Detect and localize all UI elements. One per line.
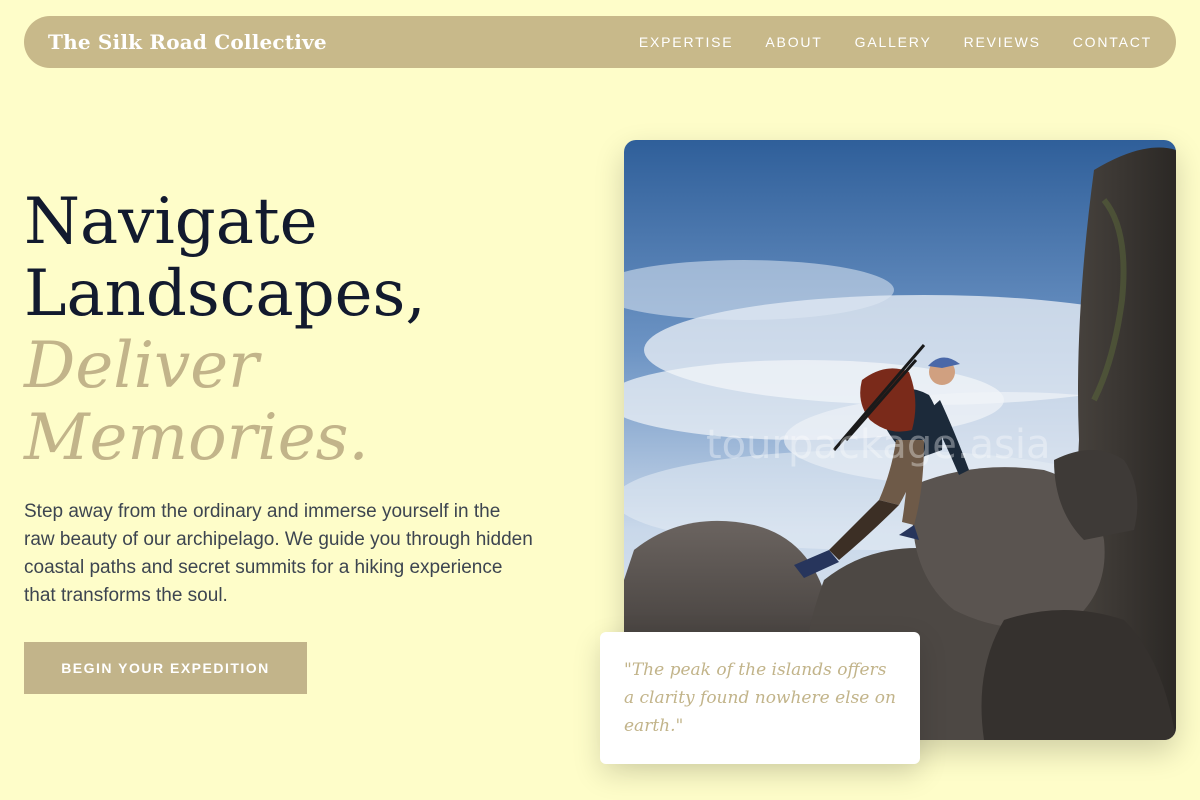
top-navigation-bar: The Silk Road Collective EXPERTISE ABOUT… [24, 16, 1176, 68]
nav-link-expertise[interactable]: EXPERTISE [639, 34, 734, 50]
nav-link-contact[interactable]: CONTACT [1073, 34, 1152, 50]
hero-intro-paragraph: Step away from the ordinary and immerse … [24, 501, 533, 606]
nav-links: EXPERTISE ABOUT GALLERY REVIEWS CONTACT [639, 34, 1152, 50]
headline-accent-deliver: Deliver [24, 329, 259, 403]
nav-link-gallery[interactable]: GALLERY [855, 34, 932, 50]
nav-link-reviews[interactable]: REVIEWS [964, 34, 1041, 50]
photo-watermark: tourpackage.asia [706, 422, 1051, 468]
testimonial-quote-card: "The peak of the islands offers a clarit… [600, 632, 920, 764]
headline-line-landscapes: Landscapes, [24, 257, 426, 331]
nav-link-about[interactable]: ABOUT [765, 34, 822, 50]
headline-line-navigate: Navigate [24, 185, 318, 259]
brand-logo-text[interactable]: The Silk Road Collective [48, 30, 327, 54]
headline-accent-memories: Memories. [24, 401, 369, 475]
testimonial-quote-text: "The peak of the islands offers a clarit… [624, 660, 896, 736]
begin-expedition-button[interactable]: BEGIN YOUR EXPEDITION [24, 642, 307, 694]
hero-headline: Navigate Landscapes, Deliver Memories. [24, 186, 584, 474]
